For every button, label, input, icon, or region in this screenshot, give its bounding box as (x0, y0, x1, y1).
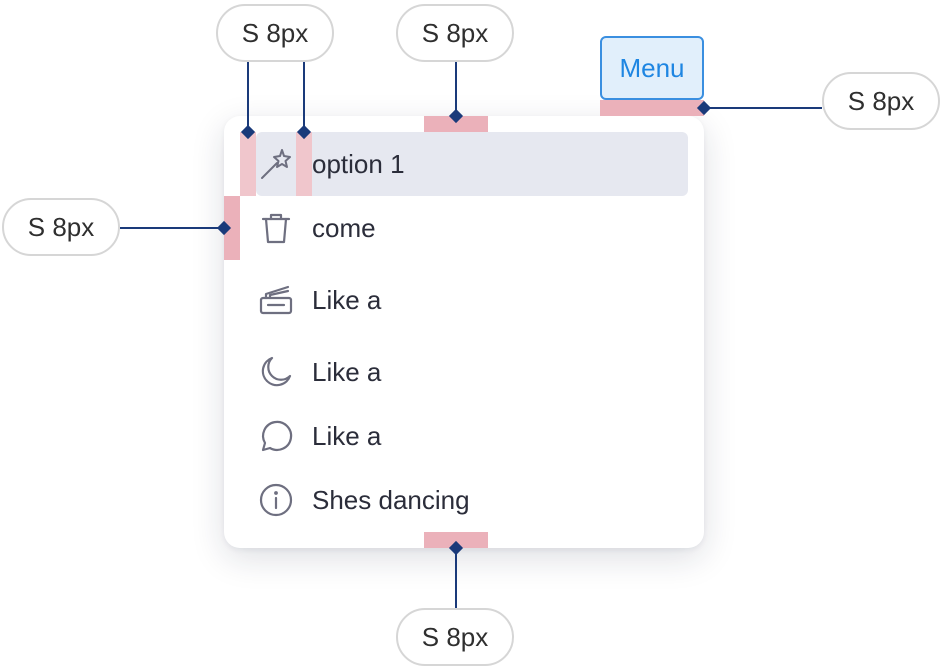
menu-item-label: Like a (312, 284, 382, 315)
spacing-annotation-right: S 8px (822, 72, 940, 130)
spacing-marker-icon-right (296, 132, 312, 196)
menu-item-shes-dancing[interactable]: Shes dancing (256, 468, 688, 532)
spacing-annotation-top-center: S 8px (396, 4, 514, 62)
menu-item-option-1[interactable]: option 1 (256, 132, 688, 196)
menu-item-label: Like a (312, 420, 382, 451)
moon-icon (256, 352, 296, 392)
menu-item-label: Shes dancing (312, 484, 470, 515)
spacing-marker-menu-gap (600, 100, 704, 116)
menu-item-like-a-2[interactable]: Like a (256, 340, 688, 404)
info-icon (256, 480, 296, 520)
magic-wand-icon (256, 144, 296, 184)
menu-button[interactable]: Menu (600, 36, 704, 100)
connector-line (120, 227, 224, 229)
spacing-annotation-left: S 8px (2, 198, 120, 256)
spacing-marker-icon-left (240, 132, 256, 196)
trash-icon (256, 208, 296, 248)
connector-line (303, 62, 305, 132)
menu-item-label: come (312, 212, 376, 243)
menu-item-label: Like a (312, 356, 382, 387)
menu-item-like-a-3[interactable]: Like a (256, 404, 688, 468)
menu-item-label: option 1 (312, 148, 405, 179)
spacing-annotation-top-left: S 8px (216, 4, 334, 62)
spacing-annotation-bottom: S 8px (396, 608, 514, 666)
menu-item-come[interactable]: come (256, 196, 688, 260)
menu-item-like-a-1[interactable]: Like a (256, 268, 688, 332)
chat-bubble-icon (256, 416, 296, 456)
inbox-icon (256, 280, 296, 320)
connector-line (247, 62, 249, 132)
connector-line (704, 107, 822, 109)
connector-line (455, 548, 457, 610)
